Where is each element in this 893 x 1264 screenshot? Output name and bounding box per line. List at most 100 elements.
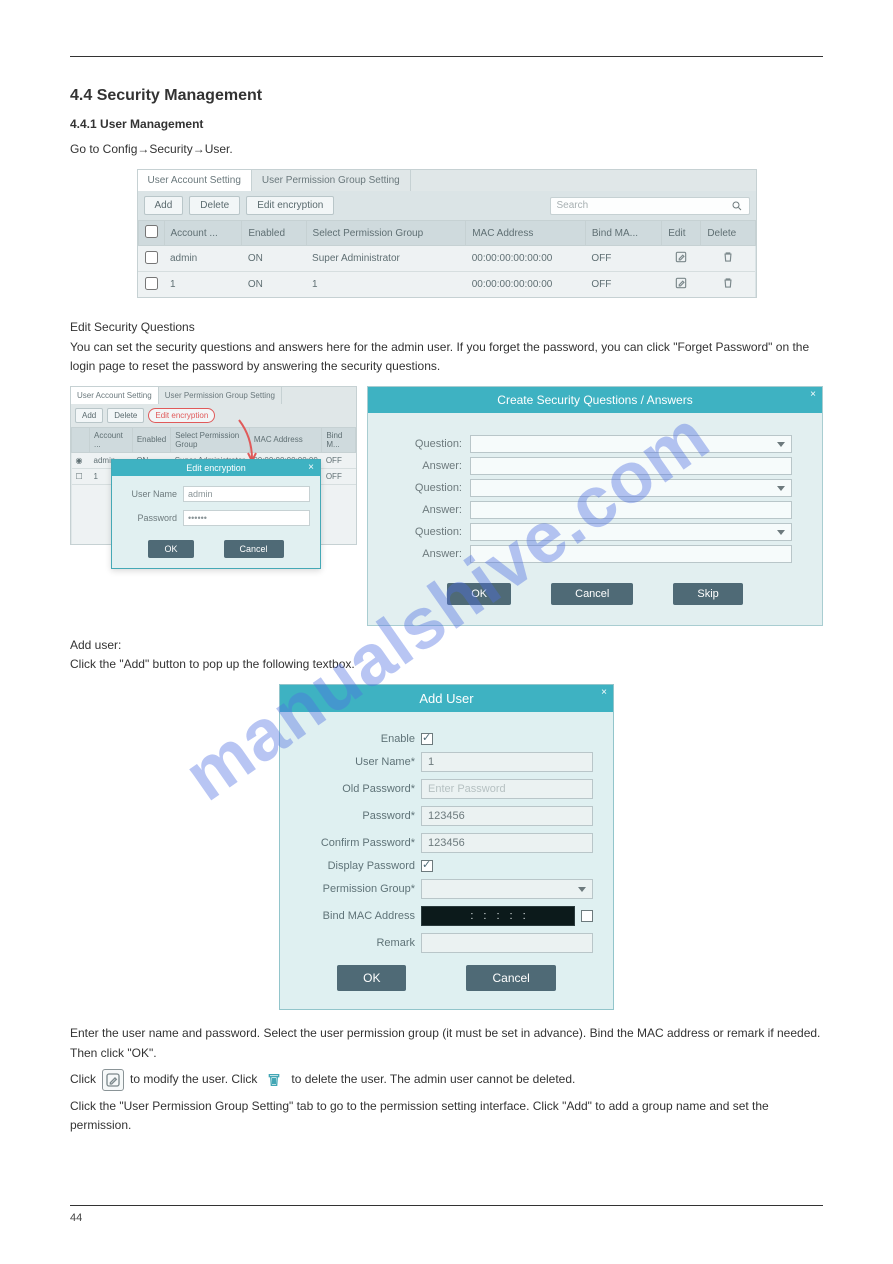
col-bindmac: Bind MA...: [585, 221, 661, 246]
col-group: Select Permission Group: [306, 221, 466, 246]
remark-input[interactable]: [421, 933, 593, 953]
close-icon[interactable]: ×: [308, 462, 314, 473]
cell-account: 1: [164, 272, 242, 298]
cell-account: admin: [164, 246, 242, 272]
display-pw-checkbox[interactable]: [421, 860, 433, 872]
add-button[interactable]: Add: [144, 196, 184, 215]
text-after-trash: to delete the user. The admin user canno…: [291, 1070, 575, 1089]
dialog-title: Add User ×: [280, 685, 613, 712]
question-select[interactable]: [470, 435, 792, 453]
cancel-button[interactable]: Cancel: [466, 965, 555, 991]
answer-input[interactable]: [470, 501, 792, 519]
enable-label: Enable: [300, 733, 415, 745]
user-account-panel-small: User Account Setting User Permission Gro…: [70, 386, 357, 546]
confirm-label: Confirm Password*: [300, 837, 415, 849]
toolbar: Add Delete Edit encryption Search: [138, 191, 756, 220]
cell-enabled: ON: [242, 246, 306, 272]
answer-label: Answer:: [398, 504, 462, 516]
security-questions-dialog: Create Security Questions / Answers × Qu…: [367, 386, 823, 626]
bindmac-label: Bind MAC Address: [300, 910, 415, 922]
pw-input[interactable]: 123456: [421, 806, 593, 826]
answer-input[interactable]: [470, 545, 792, 563]
cancel-button[interactable]: Cancel: [224, 540, 284, 558]
edit-sq-text: Edit Security Questions You can set the …: [70, 318, 823, 376]
add-button[interactable]: Add: [75, 408, 103, 423]
footer-rule: [70, 1205, 823, 1206]
edit-icon[interactable]: [662, 246, 701, 272]
trash-icon: [263, 1069, 285, 1091]
oldpw-input[interactable]: Enter Password: [421, 779, 593, 799]
skip-button[interactable]: Skip: [673, 583, 742, 605]
oldpw-label: Old Password*: [300, 783, 415, 795]
cell-bind: OFF: [322, 452, 356, 468]
group-label: Permission Group*: [300, 883, 415, 895]
pencil-icon: [102, 1069, 124, 1091]
edit-encryption-dialog: Edit encryption × User Name Password OK …: [111, 459, 321, 569]
question-label: Question:: [398, 526, 462, 538]
ok-button[interactable]: OK: [447, 583, 511, 605]
search-icon: [731, 200, 743, 212]
row-checkbox[interactable]: [145, 277, 158, 290]
subheading-user-mgmt: 4.4.1 User Management: [70, 115, 823, 134]
cell-bind: OFF: [322, 468, 356, 484]
col-delete: Delete: [701, 221, 755, 246]
delete-button[interactable]: Delete: [189, 196, 240, 215]
password-label: Password: [122, 513, 177, 523]
col-account: Account ...: [164, 221, 242, 246]
pw-label: Password*: [300, 810, 415, 822]
edit-encryption-button[interactable]: Edit encryption: [246, 196, 334, 215]
tab-user-account[interactable]: User Account Setting: [138, 170, 252, 191]
tab-user-account[interactable]: User Account Setting: [71, 387, 159, 404]
answer-input[interactable]: [470, 457, 792, 475]
row-checkbox[interactable]: [145, 251, 158, 264]
cancel-button[interactable]: Cancel: [551, 583, 633, 605]
tabs: User Account Setting User Permission Gro…: [138, 170, 756, 191]
answer-label: Answer:: [398, 460, 462, 472]
display-pw-label: Display Password: [300, 860, 415, 872]
password-field[interactable]: [183, 510, 310, 526]
permission-para: Click the "User Permission Group Setting…: [70, 1097, 823, 1135]
cell-group: Super Administrator: [306, 246, 466, 272]
question-select[interactable]: [470, 479, 792, 497]
username-label: User Name*: [300, 756, 415, 768]
heading-security: 4.4 Security Management: [70, 87, 823, 105]
col-bind: Bind M...: [322, 427, 356, 452]
col-edit: Edit: [662, 221, 701, 246]
search-input[interactable]: Search: [550, 197, 750, 215]
username-label: User Name: [122, 489, 177, 499]
select-all-checkbox[interactable]: [145, 225, 158, 238]
confirm-input[interactable]: 123456: [421, 833, 593, 853]
permission-group-select[interactable]: [421, 879, 593, 899]
ok-button[interactable]: OK: [337, 965, 406, 991]
question-label: Question:: [398, 482, 462, 494]
tab-permission-group[interactable]: User Permission Group Setting: [252, 170, 411, 191]
edit-icon[interactable]: [662, 272, 701, 298]
header-rule: [70, 56, 823, 57]
text-before-edit: Click: [70, 1070, 96, 1089]
username-field[interactable]: [183, 486, 310, 502]
mac-input[interactable]: :::::: [421, 906, 575, 926]
question-select[interactable]: [470, 523, 792, 541]
enable-checkbox[interactable]: [421, 733, 433, 745]
bindmac-checkbox[interactable]: [581, 910, 593, 922]
ok-button[interactable]: OK: [148, 540, 193, 558]
close-icon[interactable]: ×: [601, 687, 607, 698]
col-enabled: Enabled: [242, 221, 306, 246]
cell-group: 1: [306, 272, 466, 298]
col-account: Account ...: [90, 427, 133, 452]
trash-icon[interactable]: [701, 246, 755, 272]
delete-button[interactable]: Delete: [107, 408, 144, 423]
text-mid: to modify the user. Click: [130, 1070, 257, 1089]
cell-enabled: ON: [242, 272, 306, 298]
close-icon[interactable]: ×: [810, 389, 816, 400]
answer-label: Answer:: [398, 548, 462, 560]
username-input[interactable]: 1: [421, 752, 593, 772]
table-row: admin ON Super Administrator 00:00:00:00…: [138, 246, 755, 272]
icon-explain-line: Click to modify the user. Click to delet…: [70, 1069, 823, 1091]
dialog-title-text: Edit encryption: [186, 463, 246, 473]
trash-icon[interactable]: [701, 272, 755, 298]
tab-permission-group[interactable]: User Permission Group Setting: [159, 387, 282, 404]
col-mac: MAC Address: [466, 221, 586, 246]
edit-encryption-button[interactable]: Edit encryption: [148, 408, 215, 423]
col-group: Select Permission Group: [171, 427, 250, 452]
